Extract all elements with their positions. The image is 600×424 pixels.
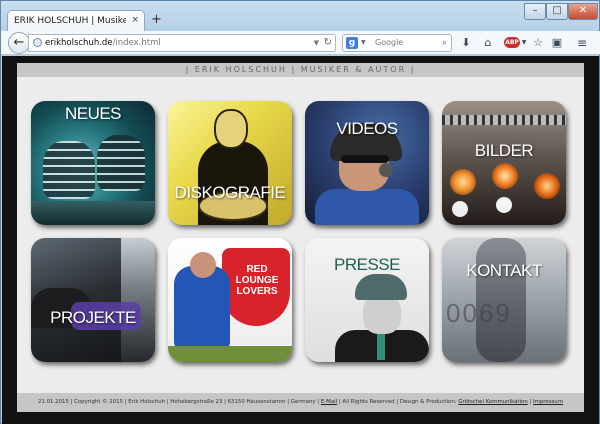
url-dropdown-icon[interactable]: ▼ xyxy=(314,35,319,51)
browser-tab[interactable]: ERIK HOLSCHUH | Musiker & Au... × xyxy=(7,10,145,32)
tile-label: PROJEKTE xyxy=(50,308,136,327)
search-engine-dropdown-icon[interactable]: ▼ xyxy=(361,35,366,51)
tie-shape xyxy=(377,330,385,360)
tile-label: NEUES xyxy=(64,104,122,123)
sunglasses-shape xyxy=(341,155,389,163)
download-icon[interactable]: ⬇ xyxy=(460,35,472,51)
search-icon[interactable]: ⌕ xyxy=(442,35,447,51)
home-icon[interactable]: ⌂ xyxy=(482,35,494,51)
new-tab-button[interactable]: + xyxy=(151,13,162,26)
tile-label: PRESSE xyxy=(334,255,400,274)
tile-diskografie[interactable]: DISKOGRAFIE xyxy=(168,101,292,225)
site-header: | ERIK HOLSCHUH | MUSIKER & AUTOR | xyxy=(17,63,584,77)
url-path: /index.html xyxy=(112,38,161,48)
back-button[interactable]: ← xyxy=(8,32,30,54)
tile-label: BILDER xyxy=(474,141,534,160)
stage-light-shape xyxy=(492,163,518,189)
tile-image xyxy=(442,101,566,225)
jacket-shape xyxy=(315,189,419,225)
bookmark-star-icon[interactable]: ☆ xyxy=(532,35,544,51)
minimize-button[interactable]: – xyxy=(524,3,546,20)
stage-truss-shape xyxy=(442,115,566,125)
agency-link[interactable]: Grötschel Kommunikation xyxy=(458,399,527,405)
tile-red-lounge-lovers[interactable]: RED LOUNGE LOVERS xyxy=(168,238,292,362)
reload-icon[interactable]: ↻ xyxy=(324,35,332,51)
tile-presse[interactable]: PRESSE xyxy=(305,238,429,362)
face-shape xyxy=(363,294,401,334)
impressum-link[interactable]: Impressum xyxy=(533,399,563,405)
close-window-button[interactable]: ✕ xyxy=(568,3,598,20)
tile-label: KONTAKT xyxy=(466,261,542,280)
spotlight-shape xyxy=(121,238,155,362)
hat-shape xyxy=(355,274,407,300)
person-shape xyxy=(174,266,230,350)
adblock-dropdown-icon[interactable]: ▼ xyxy=(521,35,527,51)
site-container: | ERIK HOLSCHUH | MUSIKER & AUTOR | NEUE… xyxy=(17,63,584,412)
tile-image: 0069 xyxy=(442,238,566,362)
url-host: erikholschuh.de xyxy=(45,38,113,48)
tile-image: RED LOUNGE LOVERS xyxy=(168,238,292,362)
menu-icon[interactable]: ≡ xyxy=(575,35,589,51)
adblock-icon[interactable]: ABP xyxy=(504,37,520,48)
tile-projekte[interactable]: PROJEKTE xyxy=(31,238,155,362)
clipboard-icon[interactable]: ▣ xyxy=(551,35,563,51)
stage-light-shape xyxy=(450,169,476,195)
url-bar[interactable]: erikholschuh.de/index.html ▼ ↻ xyxy=(28,34,336,52)
site-footer: 21.01.2015 | Copyright © 2015 | Erik Hol… xyxy=(17,393,584,412)
email-link[interactable]: E-Mail xyxy=(321,399,337,405)
sneaker-shape xyxy=(43,141,95,199)
face-shape xyxy=(214,109,248,149)
tile-bilder[interactable]: BILDER xyxy=(442,101,566,225)
tile-image xyxy=(31,238,155,362)
floor-shape xyxy=(31,201,155,225)
tile-neues[interactable]: NEUES xyxy=(31,101,155,225)
maximize-button[interactable]: □ xyxy=(546,3,568,20)
tile-image xyxy=(168,101,292,225)
page-viewport: | ERIK HOLSCHUH | MUSIKER & AUTOR | NEUE… xyxy=(2,56,599,424)
tab-close-icon[interactable]: × xyxy=(131,15,139,25)
tab-title: ERIK HOLSCHUH | Musiker & Au... xyxy=(14,16,126,26)
microphone-shape xyxy=(379,163,393,177)
stage-light-shape xyxy=(452,201,468,217)
shield-text: RED LOUNGE LOVERS xyxy=(235,264,279,297)
search-placeholder: Google xyxy=(375,38,404,47)
tile-kontakt[interactable]: 0069 KONTAKT xyxy=(442,238,566,362)
stage-light-shape xyxy=(496,197,512,213)
tile-label: VIDEOS xyxy=(336,119,398,138)
browser-window: ERIK HOLSCHUH | Musiker & Au... × + – □ … xyxy=(0,0,600,424)
globe-icon xyxy=(33,38,42,47)
navigation-toolbar: ← erikholschuh.de/index.html ▼ ↻ g ▼ Goo… xyxy=(1,31,600,55)
sneaker-shape xyxy=(97,135,145,191)
footer-text: | All Rights Reserved | Design & Product… xyxy=(337,399,459,405)
search-input[interactable]: g ▼ Google ⌕ xyxy=(342,34,452,52)
google-engine-icon[interactable]: g xyxy=(346,37,358,49)
tab-strip: ERIK HOLSCHUH | Musiker & Au... × + – □ … xyxy=(1,1,600,32)
footer-text: 21.01.2015 | Copyright © 2015 | Erik Hol… xyxy=(38,399,321,405)
tile-label: DISKOGRAFIE xyxy=(174,183,286,202)
grass-shape xyxy=(168,346,292,362)
stage-light-shape xyxy=(534,173,560,199)
tile-videos[interactable]: VIDEOS xyxy=(305,101,429,225)
face-shape xyxy=(190,252,216,278)
phone-number-text: 0069 xyxy=(446,298,512,328)
